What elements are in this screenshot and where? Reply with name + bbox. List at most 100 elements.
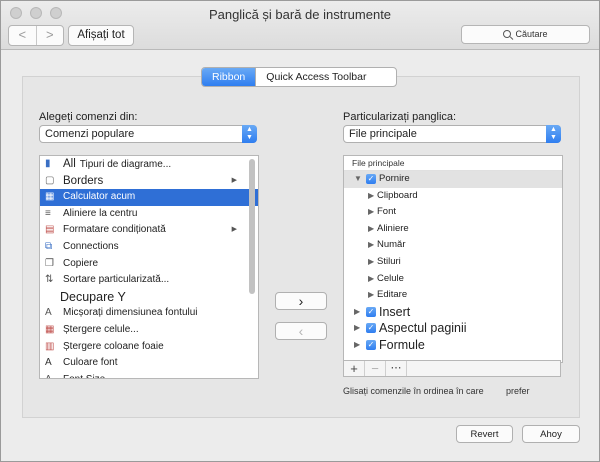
ribbon-tab-item[interactable]: ▶ ✓ Insert: [344, 304, 562, 321]
ribbon-tab-item[interactable]: ▶ ✓ Formule: [344, 337, 562, 354]
commands-list-scrollbar[interactable]: [249, 159, 255, 294]
ribbon-item-label: Aspectul paginii: [379, 321, 467, 336]
command-label: Ștergere celule...: [63, 323, 139, 335]
command-label: Ștergere coloane foaie: [63, 340, 164, 352]
ribbon-group-item[interactable]: ▶ Clipboard: [344, 188, 562, 205]
disclosure-open-icon[interactable]: ▼: [354, 171, 362, 188]
show-all-button[interactable]: Afișați tot: [68, 25, 134, 46]
command-item[interactable]: ≡ Aliniere la centru: [40, 206, 258, 223]
ribbon-item-label: Clipboard: [377, 189, 418, 201]
command-item[interactable]: A Micșorați dimensiunea fontului: [40, 305, 258, 322]
disclosure-closed-icon[interactable]: ▶: [354, 337, 360, 354]
checkbox-checked-icon[interactable]: ✓: [366, 323, 376, 334]
command-label: Copiere: [63, 257, 99, 269]
back-button[interactable]: <: [9, 26, 37, 45]
checkbox-checked-icon[interactable]: ✓: [366, 306, 376, 317]
ribbon-tree-toolbar: + − ⋯: [343, 360, 561, 377]
remove-tab-button[interactable]: −: [365, 361, 386, 376]
disclosure-closed-icon[interactable]: ▶: [368, 221, 374, 238]
more-options-button[interactable]: ⋯: [386, 361, 407, 376]
disclosure-closed-icon[interactable]: ▶: [368, 204, 374, 221]
disclosure-closed-icon[interactable]: ▶: [368, 254, 374, 271]
ribbon-tab-item[interactable]: ▶ ✓ Aspectul paginii: [344, 320, 562, 337]
choose-commands-label: Alegeți comenzi din:: [39, 111, 138, 123]
ribbon-tree-header: File principale: [344, 156, 562, 171]
ribbon-group-item[interactable]: ▶ Celule: [344, 271, 562, 288]
ribbon-tab-item[interactable]: ▼ ✓ Pornire: [344, 171, 562, 188]
disclosure-closed-icon[interactable]: ▶: [354, 320, 360, 337]
align-center-icon: ≡: [45, 207, 51, 219]
ribbon-group-item[interactable]: ▶ Font: [344, 204, 562, 221]
command-item[interactable]: ▦ Ștergere celule...: [40, 322, 258, 339]
submenu-arrow-icon: ▶: [231, 176, 237, 184]
ribbon-item-label: Font: [377, 206, 397, 218]
checkbox-checked-icon[interactable]: ✓: [366, 339, 376, 350]
command-label: Micșorați dimensiunea fontului: [63, 307, 198, 319]
ribbon-group-item[interactable]: ▶ Stiluri: [344, 254, 562, 271]
disclosure-closed-icon[interactable]: ▶: [368, 237, 374, 254]
ok-button[interactable]: Ahoy: [522, 425, 580, 443]
command-label-suffix: Tipuri de diagrame...: [79, 159, 172, 170]
ribbon-item-label: Formule: [379, 337, 425, 352]
disclosure-closed-icon[interactable]: ▶: [368, 271, 374, 288]
command-item[interactable]: ▢ Borders ▶: [40, 173, 258, 190]
ribbon-item-label: Număr: [377, 239, 406, 251]
command-item[interactable]: ▤ Formatare condiționată ▶: [40, 222, 258, 239]
command-item[interactable]: ⧉ Connections: [40, 239, 258, 256]
checkbox-checked-icon[interactable]: ✓: [366, 174, 376, 184]
preferences-window: Panglică și bară de instrumente < > Afiș…: [0, 0, 600, 462]
ribbon-tabs-dropdown[interactable]: File principale ▲ ▼: [343, 125, 561, 143]
commands-list[interactable]: ▮ All Tipuri de diagrame... ▢ Borders ▶ ▦ Calcu…: [39, 155, 259, 379]
command-item[interactable]: ❐ Copiere: [40, 256, 258, 273]
navigation-buttons: < >: [8, 25, 64, 46]
command-item[interactable]: A Culoare font: [40, 355, 258, 372]
ribbon-group-item[interactable]: ▶ Aliniere: [344, 221, 562, 238]
disclosure-closed-icon[interactable]: ▶: [354, 304, 360, 321]
command-item[interactable]: A Font Size: [40, 372, 258, 378]
command-label: Decupare Y: [60, 289, 126, 304]
ribbon-item-label: Pornire: [379, 173, 410, 184]
command-item[interactable]: ▮ All Tipuri de diagrame...: [40, 156, 258, 173]
ribbon-group-item[interactable]: ▶ Număr: [344, 237, 562, 254]
ribbon-tabs: Ribbon Quick Access Toolbar: [201, 67, 398, 87]
tab-quick-access-toolbar[interactable]: Quick Access Toolbar: [255, 68, 396, 86]
font-color-icon: A: [45, 357, 52, 369]
ribbon-item-label: Stiluri: [377, 255, 401, 267]
connections-icon: ⧉: [45, 240, 53, 252]
command-item[interactable]: ⇅ Sortare particularizată...: [40, 272, 258, 289]
command-label: Aliniere la centru: [63, 207, 138, 219]
delete-cells-icon: ▦: [45, 323, 55, 335]
dropdown-arrows-icon: ▲ ▼: [546, 125, 561, 143]
borders-icon: ▢: [45, 174, 55, 186]
command-item[interactable]: ▦ Calculator acum: [40, 189, 258, 206]
search-field[interactable]: Căutare: [461, 25, 590, 44]
ribbon-tabs-value: File principale: [349, 128, 417, 140]
submenu-arrow-icon: ▶: [231, 226, 237, 234]
revert-button[interactable]: Revert: [456, 425, 513, 443]
command-label: Sortare particularizată...: [63, 274, 170, 286]
ribbon-item-label: Editare: [377, 289, 408, 301]
command-label: Connections: [63, 240, 119, 252]
tab-ribbon[interactable]: Ribbon: [202, 68, 256, 86]
forward-button[interactable]: >: [37, 26, 64, 45]
customize-ribbon-label: Particularizați panglica:: [343, 111, 457, 123]
ribbon-group-item[interactable]: ▶ Editare: [344, 287, 562, 304]
commands-source-dropdown[interactable]: Comenzi populare ▲ ▼: [39, 125, 257, 143]
ribbon-item-label: Celule: [377, 272, 404, 284]
ribbon-item-label: Insert: [379, 304, 411, 319]
command-item[interactable]: ▥ Ștergere coloane foaie: [40, 339, 258, 356]
search-placeholder: Căutare: [515, 29, 548, 39]
ribbon-tree[interactable]: File principale ▼ ✓ Pornire ▶ Clipboard ▶ Font…: [343, 155, 563, 363]
add-tab-button[interactable]: +: [344, 361, 365, 376]
add-command-button[interactable]: ›: [275, 292, 327, 310]
command-item[interactable]: Decupare Y: [40, 289, 258, 306]
delete-columns-icon: ▥: [45, 340, 55, 352]
command-label: Formatare condiționată: [63, 224, 166, 236]
commands-source-value: Comenzi populare: [45, 128, 135, 140]
disclosure-closed-icon[interactable]: ▶: [368, 188, 374, 205]
calculator-icon: ▦: [45, 191, 55, 203]
dropdown-arrows-icon: ▲ ▼: [242, 125, 257, 143]
disclosure-closed-icon[interactable]: ▶: [368, 287, 374, 304]
command-label: Borders: [63, 174, 104, 187]
remove-command-button[interactable]: ‹: [275, 322, 327, 340]
